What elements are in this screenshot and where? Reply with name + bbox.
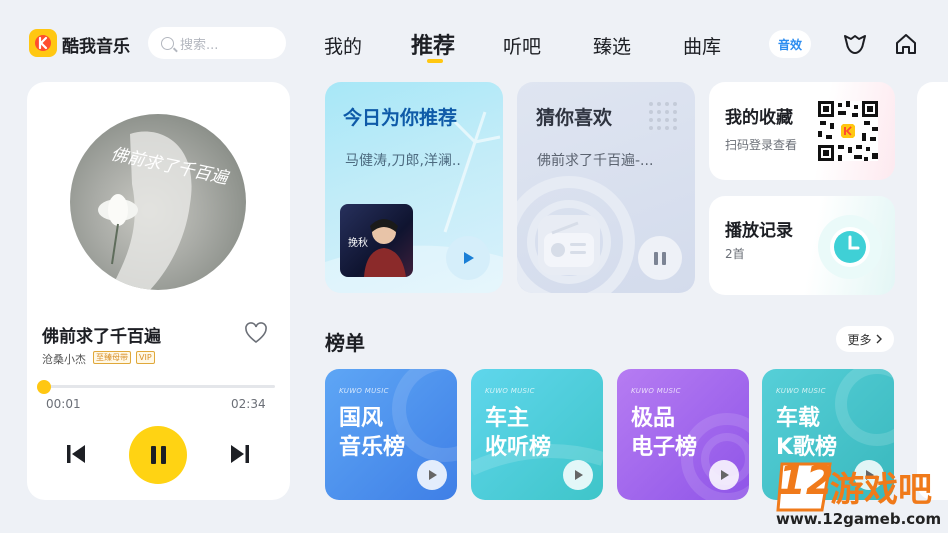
clock-icon [818, 215, 882, 279]
search-placeholder: 搜索... [180, 37, 219, 53]
song-title: 佛前求了千百遍 [42, 327, 161, 347]
next-icon [231, 445, 249, 463]
chart-card-car-owner[interactable]: KUWO MUSIC 车主 收听榜 [471, 369, 603, 500]
chevron-right-icon [876, 334, 882, 344]
chart-name-line1: 车主 [485, 406, 530, 431]
chart-brand: KUWO MUSIC [631, 387, 681, 395]
search-icon [161, 36, 174, 50]
sound-effect-button[interactable]: 音效 [769, 30, 811, 58]
chart-name-line1: 国风 [339, 406, 384, 431]
side-panel-card[interactable] [917, 82, 948, 500]
chart-play-button[interactable] [563, 460, 593, 490]
album-cover[interactable]: 佛前求了千百遍 [70, 114, 246, 290]
heart-icon[interactable] [244, 322, 268, 348]
play-icon [464, 252, 474, 264]
more-label: 更多 [847, 332, 872, 347]
app-name: 酷我音乐 [62, 37, 130, 57]
chart-play-button[interactable] [709, 460, 739, 490]
chart-name-line2: K歌榜 [776, 435, 838, 460]
chart-name-line2: 音乐榜 [339, 435, 406, 460]
album-art-text: 挽秋 [348, 236, 368, 249]
quality-badge: 至臻母带 [93, 351, 131, 364]
active-tab-indicator [427, 59, 443, 63]
next-button[interactable] [228, 442, 252, 470]
play-history-title: 播放记录 [725, 221, 793, 241]
play-icon [721, 470, 729, 480]
chart-brand: KUWO MUSIC [776, 387, 826, 395]
pause-icon [654, 251, 658, 265]
charts-section-title: 榜单 [325, 331, 365, 355]
tab-listen[interactable]: 听吧 [503, 32, 541, 59]
tab-select[interactable]: 臻选 [593, 32, 631, 59]
vip-badge: VIP [136, 351, 155, 364]
guess-you-like-title: 猜你喜欢 [536, 107, 613, 129]
chart-name-line2: 电子榜 [631, 435, 698, 460]
progress-handle[interactable] [37, 380, 51, 394]
play-history-count: 2首 [725, 247, 745, 261]
chart-play-button[interactable] [417, 460, 447, 490]
pause-icon [150, 446, 156, 464]
app-logo-icon [29, 29, 57, 57]
previous-button[interactable] [64, 442, 88, 470]
today-album-art: 挽秋 [340, 204, 413, 277]
skin-icon[interactable] [842, 32, 868, 60]
favorites-subtitle: 扫码登录查看 [725, 138, 798, 152]
chart-name-line2: 收听榜 [485, 435, 552, 460]
watermark-number: 12 [778, 458, 834, 504]
qr-code-icon [818, 101, 878, 161]
pause-button[interactable] [129, 426, 187, 484]
more-button[interactable]: 更多 [836, 326, 894, 352]
search-input[interactable]: 搜索... [148, 27, 286, 59]
guess-pause-button[interactable] [638, 236, 682, 280]
favorites-title: 我的收藏 [725, 108, 793, 128]
today-recommend-title: 今日为你推荐 [343, 107, 458, 129]
today-play-button[interactable] [446, 236, 490, 280]
artist-name[interactable]: 沧桑小杰 [42, 351, 86, 367]
play-icon [429, 470, 437, 480]
chart-card-electronic[interactable]: KUWO MUSIC 极品 电子榜 [617, 369, 749, 500]
progress-bar[interactable] [42, 385, 275, 388]
tab-mine[interactable]: 我的 [324, 32, 362, 59]
total-time: 02:34 [231, 397, 266, 411]
radio-icon [538, 215, 600, 275]
watermark-url: www.12gameb.com [776, 510, 942, 528]
tab-library[interactable]: 曲库 [683, 32, 721, 59]
chart-card-guofeng[interactable]: KUWO MUSIC 国风 音乐榜 [325, 369, 457, 500]
play-icon [575, 470, 583, 480]
current-time: 00:01 [46, 397, 81, 411]
chart-name-line1: 极品 [631, 406, 676, 431]
previous-icon [67, 445, 85, 463]
today-recommend-subtitle: 马健涛,刀郎,洋澜.. [345, 153, 461, 169]
chart-brand: KUWO MUSIC [485, 387, 535, 395]
chart-brand: KUWO MUSIC [339, 387, 389, 395]
chart-name-line1: 车载 [776, 406, 821, 431]
guess-you-like-subtitle: 佛前求了千百遍-... [537, 153, 654, 169]
watermark-text: 游戏吧 [830, 470, 932, 510]
tab-recommend[interactable]: 推荐 [411, 28, 455, 60]
home-icon[interactable] [893, 31, 919, 61]
